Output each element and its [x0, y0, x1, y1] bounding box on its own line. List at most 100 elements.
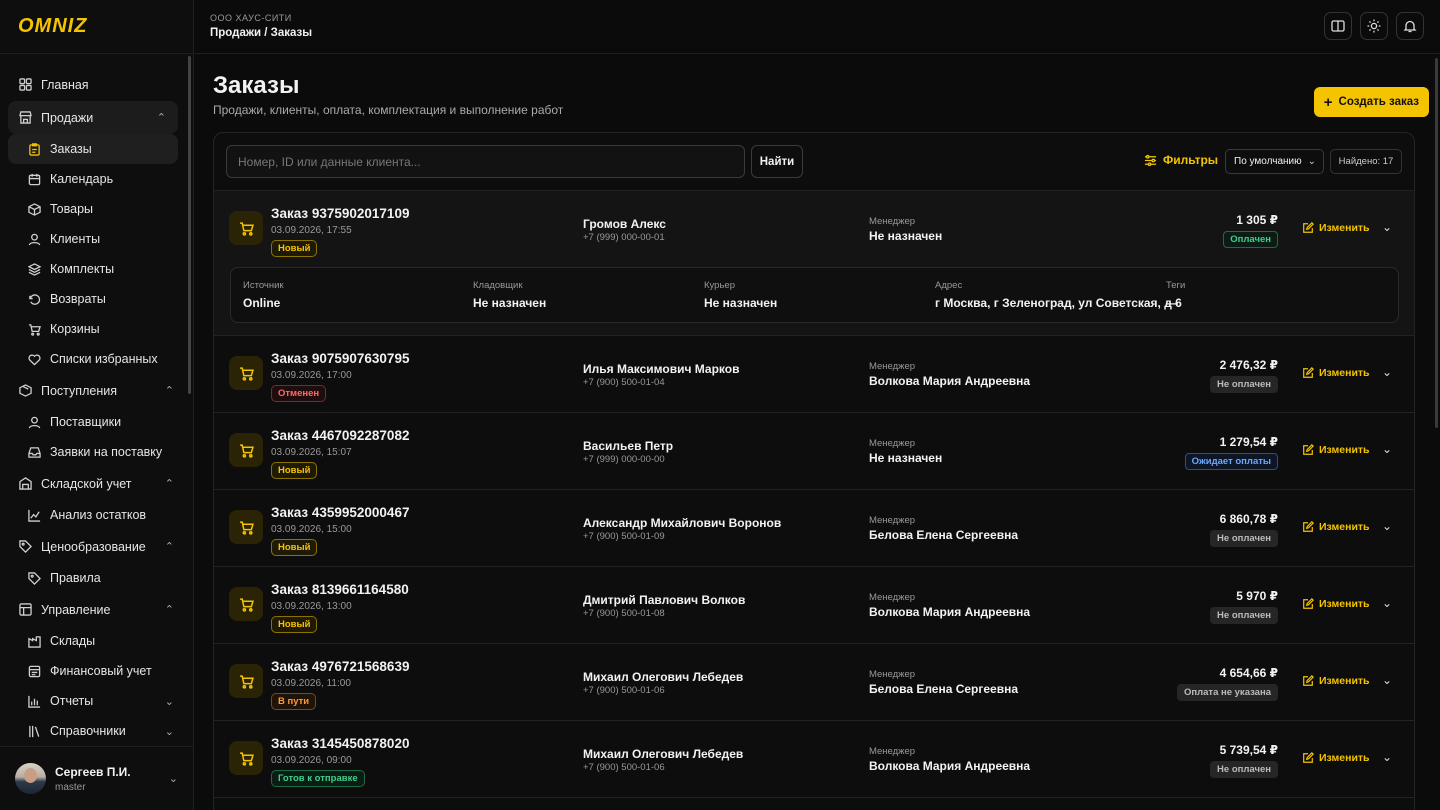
- chevron-up-icon: ⌃: [164, 385, 174, 397]
- user-icon: [27, 415, 41, 429]
- main-scrollbar[interactable]: [1435, 58, 1438, 428]
- edit-button[interactable]: Изменить: [1302, 222, 1370, 234]
- sidebar-item-home[interactable]: Главная: [0, 68, 186, 101]
- edit-button[interactable]: Изменить: [1302, 752, 1370, 764]
- order-title[interactable]: Заказ 8139661164580: [271, 582, 409, 597]
- client-phone: +7 (999) 000-00-01: [583, 232, 665, 243]
- expand-chevron-icon[interactable]: ⌄: [1382, 673, 1392, 687]
- expand-chevron-icon[interactable]: ⌄: [1382, 750, 1392, 764]
- client-phone: +7 (900) 500-01-09: [583, 531, 665, 542]
- manager-label: Менеджер: [869, 361, 916, 372]
- order-title[interactable]: Заказ 4467092287082: [271, 428, 409, 443]
- order-date: 03.09.2026, 17:55: [271, 225, 352, 236]
- sort-select[interactable]: По умолчанию ⌄: [1225, 149, 1324, 174]
- order-status-badge: Новый: [271, 539, 318, 556]
- user-role: master: [55, 781, 86, 793]
- edit-icon: [1303, 521, 1314, 532]
- sidebar-item-management[interactable]: Управление ⌃: [0, 593, 186, 626]
- sidebar-item-suppliers[interactable]: Поставщики: [0, 407, 186, 437]
- edit-icon: [1303, 752, 1314, 763]
- orders-panel: Найти Фильтры По умолчанию ⌄ Найдено: 17…: [213, 132, 1415, 810]
- page-subtitle: Продажи, клиенты, оплата, комплектация и…: [213, 103, 564, 117]
- cart-icon: [229, 356, 263, 390]
- edit-icon: [1303, 367, 1314, 378]
- sidebar-item-directories[interactable]: Справочники ⌄: [0, 716, 186, 744]
- sidebar-item-products[interactable]: Товары: [0, 194, 186, 224]
- sidebar-item-supply-requests[interactable]: Заявки на поставку: [0, 437, 186, 467]
- order-title[interactable]: Заказ 4359952000467: [271, 505, 409, 520]
- sidebar-item-warehouse[interactable]: Складской учет ⌃: [0, 467, 186, 500]
- sidebar-item-reports[interactable]: Отчеты ⌄: [0, 686, 186, 716]
- layout-icon: [18, 603, 32, 617]
- user-name: Сергеев П.И.: [55, 764, 131, 779]
- payment-status-badge: Не оплачен: [1210, 607, 1278, 624]
- sidebar-item-clients[interactable]: Клиенты: [0, 224, 186, 254]
- search-input[interactable]: [226, 145, 745, 178]
- order-row[interactable]: Заказ 4976721568639 03.09.2026, 11:00 В …: [214, 644, 1414, 721]
- order-date: 03.09.2026, 15:00: [271, 524, 352, 535]
- sidebar-item-calendar[interactable]: Календарь: [0, 164, 186, 194]
- sidebar-item-finance[interactable]: Финансовый учет: [0, 656, 186, 686]
- sidebar-item-carts[interactable]: Корзины: [0, 314, 186, 344]
- sidebar-item-returns[interactable]: Возвраты: [0, 284, 186, 314]
- manager-name: Белова Елена Сергеевна: [869, 682, 1019, 696]
- sidebar-item-stock-analysis[interactable]: Анализ остатков: [0, 500, 186, 530]
- manager-label: Менеджер: [869, 592, 916, 603]
- client-phone: +7 (900) 500-01-06: [583, 762, 665, 773]
- find-button[interactable]: Найти: [751, 145, 803, 178]
- order-row[interactable]: Заказ 3145450878020 03.09.2026, 09:00 Го…: [214, 721, 1414, 798]
- edit-icon: [1303, 222, 1314, 233]
- client-name: Громов Алекс: [583, 217, 666, 231]
- user-icon: [27, 232, 41, 246]
- order-title[interactable]: Заказ 9075907630795: [271, 351, 409, 366]
- user-profile[interactable]: Сергеев П.И. master ⌄: [0, 746, 194, 810]
- edit-button[interactable]: Изменить: [1302, 521, 1370, 533]
- client-name: Александр Михайлович Воронов: [583, 516, 782, 530]
- create-order-button[interactable]: + Создать заказ: [1313, 87, 1429, 117]
- order-row[interactable]: Заказ 8139661164580 03.09.2026, 13:00 Но…: [214, 567, 1414, 644]
- theme-toggle-button[interactable]: [1360, 12, 1388, 40]
- manager-name: Волкова Мария Андреевна: [869, 759, 1031, 773]
- sidebar-item-rules[interactable]: Правила: [0, 563, 186, 593]
- client-phone: +7 (900) 500-01-04: [583, 377, 665, 388]
- order-row[interactable]: Заказ 9375902017109 03.09.2026, 17:55 Но…: [214, 191, 1414, 336]
- sidebar-item-wishlists[interactable]: Списки избранных: [0, 344, 186, 374]
- order-row[interactable]: Заказ 9075907630795 03.09.2026, 17:00 От…: [214, 336, 1414, 413]
- company-name: ООО ХАУС-СИТИ: [210, 13, 292, 23]
- expand-chevron-icon[interactable]: ⌄: [1382, 220, 1392, 234]
- order-row[interactable]: Заказ 4359952000467 03.09.2026, 15:00 Но…: [214, 490, 1414, 567]
- sidebar-item-receipts[interactable]: Поступления ⌃: [0, 374, 186, 407]
- order-title[interactable]: Заказ 4976721568639: [271, 659, 409, 674]
- notifications-button[interactable]: [1396, 12, 1424, 40]
- filters-button[interactable]: Фильтры: [1144, 153, 1218, 167]
- order-row[interactable]: Заказ 4467092287082 03.09.2026, 15:07 Но…: [214, 413, 1414, 490]
- sidebar-item-pricing[interactable]: Ценообразование ⌃: [0, 530, 186, 563]
- edit-button[interactable]: Изменить: [1302, 675, 1370, 687]
- sidebar-item-bundles[interactable]: Комплекты: [0, 254, 186, 284]
- order-status-badge: Отменен: [271, 385, 327, 402]
- sidebar-item-warehouses[interactable]: Склады: [0, 626, 186, 656]
- sidebar-scrollbar[interactable]: [188, 56, 191, 394]
- expand-chevron-icon[interactable]: ⌄: [1382, 519, 1392, 533]
- payment-status-badge: Ожидает оплаты: [1184, 453, 1278, 470]
- book-button[interactable]: [1324, 12, 1352, 40]
- sidebar-item-orders[interactable]: Заказы: [8, 134, 178, 164]
- manager-label: Менеджер: [869, 438, 916, 449]
- edit-button[interactable]: Изменить: [1302, 444, 1370, 456]
- edit-button[interactable]: Изменить: [1302, 367, 1370, 379]
- manager-name: Не назначен: [869, 229, 943, 243]
- order-details: Источник Online Кладовщик Не назначен Курь…: [230, 267, 1399, 323]
- cart-icon: [27, 322, 41, 336]
- order-status-badge: Новый: [271, 616, 318, 633]
- orders-list: Заказ 9375902017109 03.09.2026, 17:55 Но…: [214, 191, 1414, 798]
- order-status-badge: Новый: [271, 240, 318, 257]
- edit-button[interactable]: Изменить: [1302, 598, 1370, 610]
- expand-chevron-icon[interactable]: ⌄: [1382, 596, 1392, 610]
- order-title[interactable]: Заказ 9375902017109: [271, 206, 409, 221]
- manager-label: Менеджер: [869, 216, 916, 227]
- logo[interactable]: OMNIZ: [0, 0, 193, 54]
- expand-chevron-icon[interactable]: ⌄: [1382, 365, 1392, 379]
- expand-chevron-icon[interactable]: ⌄: [1382, 442, 1392, 456]
- order-title[interactable]: Заказ 3145450878020: [271, 736, 409, 751]
- sidebar-item-sales[interactable]: Продажи ⌃: [8, 101, 178, 134]
